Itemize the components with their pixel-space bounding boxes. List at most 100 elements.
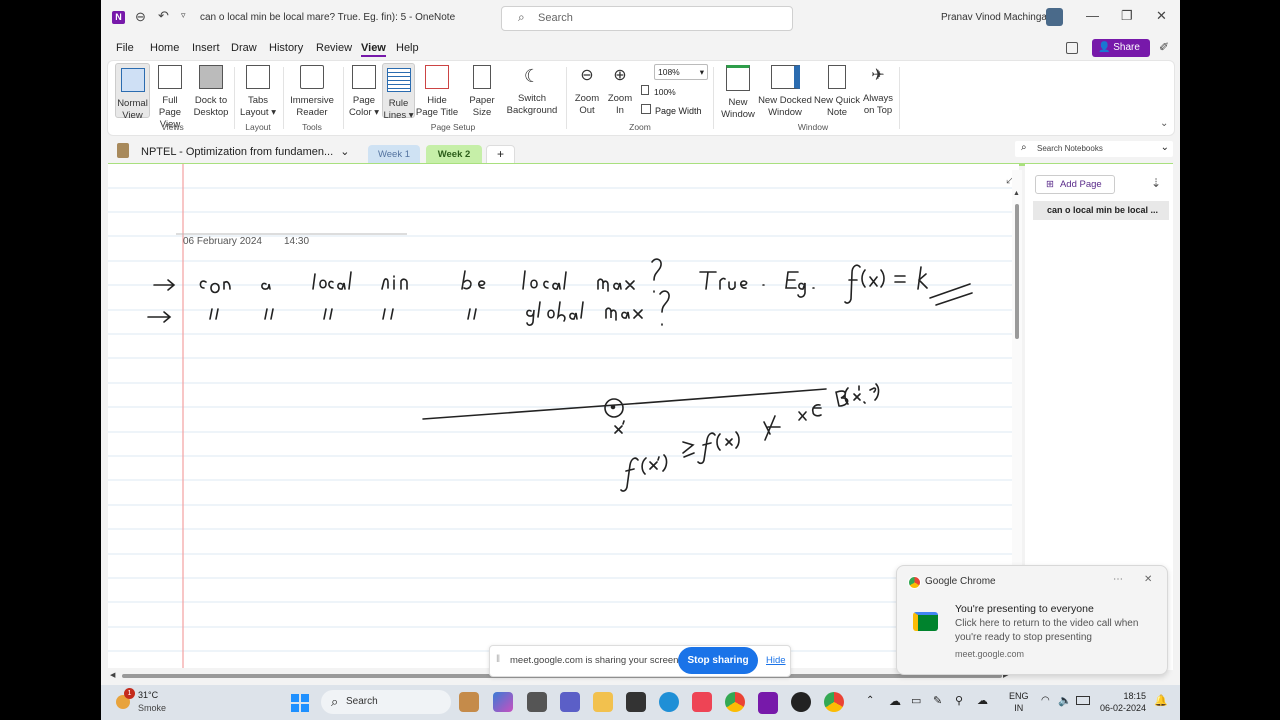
teams-icon[interactable]: [560, 692, 580, 712]
moon-icon: ☾: [523, 66, 541, 86]
zoom-out-label-2: Out: [579, 105, 595, 116]
page-list-item[interactable]: can o local min be local ...: [1033, 201, 1169, 220]
dock-to-desktop-button[interactable]: Dock to Desktop: [192, 65, 230, 119]
notification-bell-icon[interactable]: 🔔: [1154, 694, 1168, 707]
tabs-layout-button[interactable]: Tabs Layout ▾: [238, 65, 278, 119]
hide-page-title-button[interactable]: Hide Page Title: [415, 65, 459, 119]
tray-overflow-icon[interactable]: ⌃: [866, 695, 874, 706]
close-icon[interactable]: ✕: [1144, 574, 1152, 585]
new-docked-window-button[interactable]: New Docked Window: [758, 65, 812, 119]
menu-home[interactable]: Home: [150, 42, 179, 54]
page-color-button[interactable]: Page Color ▾: [346, 65, 382, 119]
new-quick-note-button[interactable]: New Quick Note: [813, 65, 861, 119]
new-window-button[interactable]: New Window: [718, 65, 758, 121]
page-list-item-title: can o local min be local ...: [1047, 205, 1159, 215]
menu-history[interactable]: History: [269, 42, 303, 54]
scrollbar-thumb[interactable]: [1015, 204, 1019, 339]
share-button[interactable]: 👤 Share ▾: [1092, 39, 1150, 71]
snipping-tool-icon[interactable]: [692, 692, 712, 712]
store-icon[interactable]: [626, 692, 646, 712]
tab-week-1[interactable]: Week 1: [368, 145, 420, 164]
sort-icon[interactable]: ⇣: [1151, 176, 1161, 190]
onenote-logo-icon: N: [112, 11, 125, 24]
dock-label-2: Desktop: [193, 107, 229, 118]
menu-help[interactable]: Help: [396, 42, 419, 54]
copilot-icon[interactable]: [493, 692, 513, 712]
scroll-up-icon[interactable]: ▲: [1013, 190, 1020, 197]
immersive-icon[interactable]: ✐: [1159, 40, 1169, 54]
customize-qat-icon[interactable]: ▿: [181, 10, 186, 21]
pen-icon[interactable]: ✎: [933, 694, 942, 707]
file-explorer-icon[interactable]: [593, 692, 613, 712]
minimize-icon[interactable]: —: [1086, 8, 1099, 23]
link-icon[interactable]: ⚲: [955, 694, 963, 707]
normal-view-button[interactable]: Normal View: [115, 63, 150, 121]
sticky-notes-icon[interactable]: [1066, 42, 1078, 54]
onenote-window: N ⊖ ↶ ▿ can o local min be local mare? T…: [101, 0, 1180, 720]
menu-insert[interactable]: Insert: [192, 42, 220, 54]
zoom-select[interactable]: 108% ▾: [654, 64, 708, 80]
search-icon: ⌕: [518, 10, 525, 24]
tools-group-label: Tools: [302, 122, 322, 132]
paper-size-label-1: Paper: [469, 95, 495, 106]
tab-week-2[interactable]: Week 2: [426, 145, 482, 164]
rule-lines-icon: [386, 68, 411, 92]
back-icon[interactable]: ⊖: [135, 9, 146, 25]
task-view-icon[interactable]: [527, 692, 547, 712]
search-box[interactable]: ⌕ Search: [501, 6, 793, 31]
collapse-ribbon-icon[interactable]: ⌄: [1160, 118, 1168, 129]
menu-review[interactable]: Review: [316, 42, 352, 54]
volume-icon[interactable]: 🔈: [1058, 694, 1072, 707]
language-indicator[interactable]: ENG IN: [1009, 690, 1029, 714]
page-canvas[interactable]: 06 February 2024 14:30 ⤢: [108, 164, 1019, 668]
menu-file[interactable]: File: [116, 42, 134, 54]
menu-view[interactable]: View: [361, 42, 386, 57]
zoom-out-button[interactable]: ⊖ Zoom Out: [571, 65, 603, 117]
switch-background-button[interactable]: ☾ Switch Background: [504, 65, 560, 117]
windows-start-icon[interactable]: [291, 694, 309, 712]
add-page-button[interactable]: ⊞ Add Page: [1035, 175, 1115, 194]
immersive-reader-icon: [300, 65, 324, 89]
hide-share-bar-link[interactable]: Hide: [766, 655, 786, 666]
zoom-100-button[interactable]: 100%: [641, 85, 676, 97]
close-icon[interactable]: ✕: [1156, 8, 1167, 24]
undo-icon[interactable]: ↶: [158, 8, 169, 24]
stop-sharing-button[interactable]: Stop sharing: [678, 647, 758, 674]
search-notebooks[interactable]: ⌕ Search Notebooks ⌄: [1015, 141, 1173, 157]
page-width-button[interactable]: Page Width: [641, 104, 702, 116]
battery-icon[interactable]: [1076, 696, 1090, 705]
user-name[interactable]: Pranav Vinod Machingal: [941, 12, 1049, 23]
avatar[interactable]: [1046, 8, 1063, 26]
onenote-taskbar-icon[interactable]: [758, 692, 778, 714]
immersive-label-1: Immersive: [290, 95, 334, 106]
edge-icon[interactable]: [659, 692, 679, 712]
chrome-profile-icon[interactable]: [725, 692, 745, 712]
zoom-out-icon: ⊖: [580, 67, 594, 84]
separator: [234, 67, 235, 129]
chrome-icon[interactable]: [824, 692, 844, 712]
restore-icon[interactable]: ❐: [1121, 8, 1133, 24]
scroll-left-icon[interactable]: ◀: [110, 671, 115, 679]
onedrive-icon[interactable]: ☁: [889, 694, 901, 708]
more-options-icon[interactable]: ⋯: [1113, 574, 1123, 585]
always-on-top-button[interactable]: ✈ Always on Top: [861, 65, 895, 117]
widgets-icon[interactable]: [459, 692, 479, 712]
drag-handle-icon[interactable]: ‖: [496, 654, 500, 665]
zoom-100-icon: [641, 85, 649, 95]
cloud-icon[interactable]: ☁: [977, 694, 988, 707]
rule-lines-button[interactable]: Rule Lines ▾: [382, 63, 415, 121]
notebook-selector[interactable]: NPTEL - Optimization from fundamen... ⌄: [141, 145, 349, 158]
menu-draw[interactable]: Draw: [231, 42, 257, 54]
toast-body: Click here to return to the video call w…: [955, 618, 1139, 643]
zoom-in-button[interactable]: ⊕ Zoom In: [605, 65, 635, 117]
paper-size-button[interactable]: Paper Size: [465, 65, 499, 119]
camera-icon[interactable]: ▭: [911, 694, 921, 707]
page-color-icon: [352, 65, 376, 89]
clock[interactable]: 18:15 06-02-2024: [1096, 690, 1146, 714]
taskbar-search[interactable]: ⌕ Search: [321, 690, 451, 714]
immersive-reader-button[interactable]: Immersive Reader: [288, 65, 336, 119]
zoom-in-label-2: In: [616, 105, 624, 116]
obs-icon[interactable]: [791, 692, 811, 712]
chrome-notification[interactable]: Google Chrome ⋯ ✕ You're presenting to e…: [896, 565, 1168, 675]
wifi-icon[interactable]: ◠: [1041, 695, 1050, 706]
